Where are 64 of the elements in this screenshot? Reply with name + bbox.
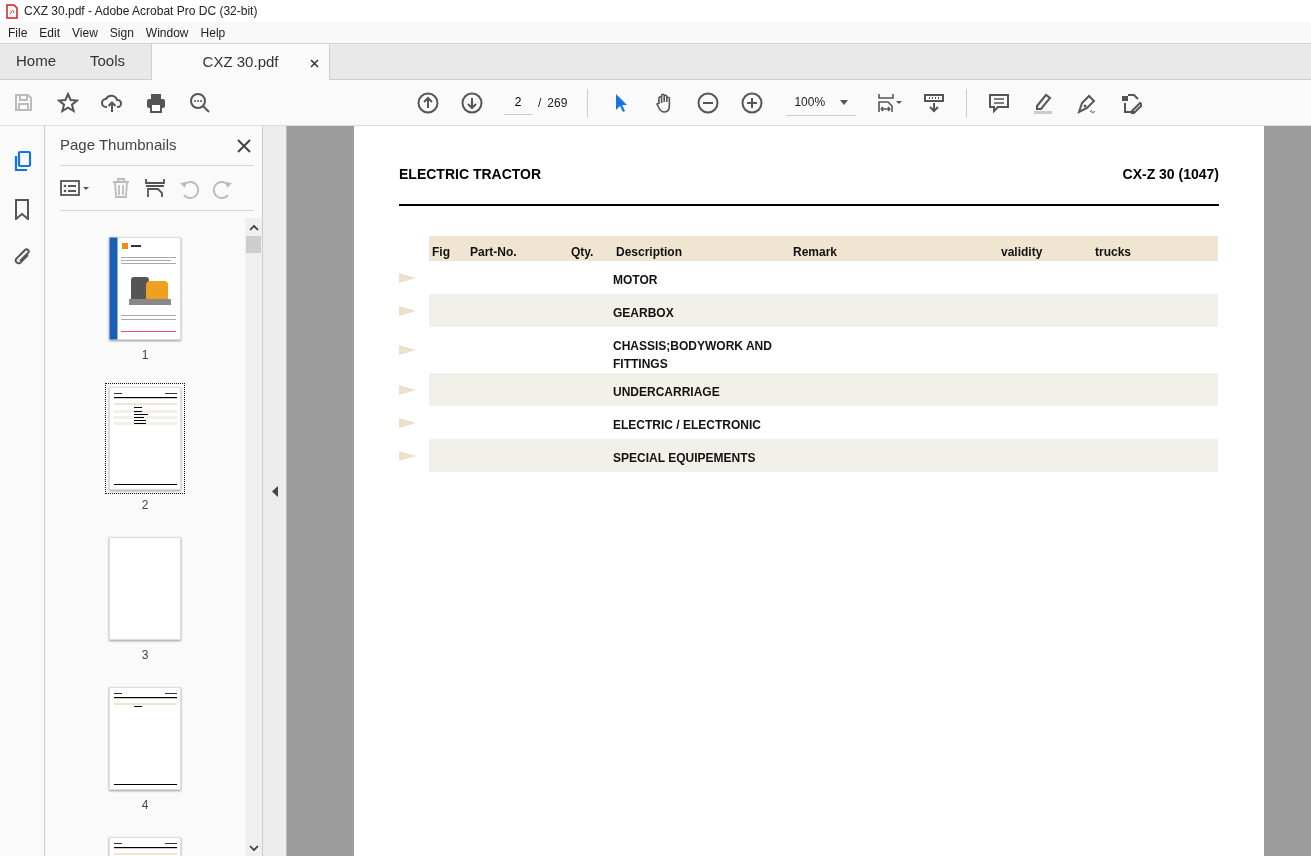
pdf-file-icon — [6, 3, 18, 19]
close-icon — [237, 138, 251, 153]
column-header: Remark — [792, 244, 839, 261]
edit-document-icon — [1120, 91, 1143, 114]
document-title: ELECTRIC TRACTOR — [399, 165, 542, 184]
scroll-up-icon — [248, 224, 259, 232]
window-title: CXZ 30.pdf - Adobe Acrobat Pro DC (32-bit) — [24, 3, 258, 20]
scroll-down-icon — [248, 844, 259, 852]
fit-page-icon — [876, 91, 905, 114]
column-header: validity — [1000, 244, 1044, 261]
tab[interactable]: Tools — [74, 44, 152, 79]
table-cell-text: MOTOR — [613, 272, 659, 289]
print-icon — [145, 91, 167, 114]
triangle-marker-icon — [399, 383, 416, 396]
menu-item[interactable]: Sign — [103, 23, 140, 42]
search-icon — [189, 91, 211, 114]
triangle-marker-icon — [399, 271, 416, 284]
menu-item[interactable]: Window — [139, 23, 195, 42]
column-header: Qty. — [570, 244, 595, 261]
page-number: 3 — [141, 647, 149, 664]
collapse-panel-icon[interactable] — [271, 485, 278, 497]
column-header: Description — [615, 244, 683, 261]
menu-item[interactable]: View — [66, 23, 104, 42]
scroll-mode-icon — [923, 91, 946, 114]
triangle-marker-icon — [399, 416, 416, 429]
column-header: Fig — [431, 244, 451, 261]
page-number-field[interactable]: 2 — [504, 90, 532, 115]
table-cell-text: CHASSIS;BODYWORK AND FITTINGS — [613, 338, 773, 373]
insert-page-icon — [144, 177, 166, 199]
menu-item[interactable]: File — [2, 23, 34, 42]
panel-title: Page Thumbnails — [60, 135, 177, 156]
triangle-marker-icon — [399, 449, 416, 462]
tab[interactable]: Home — [0, 44, 74, 79]
trash-icon — [110, 177, 132, 199]
zoom-out-icon — [697, 91, 720, 114]
save-icon — [13, 91, 35, 114]
tab[interactable]: CXZ 30.pdf — [151, 44, 331, 80]
table-cell-text: SPECIAL EQUIPEMENTS — [613, 450, 757, 467]
menu-item[interactable]: Edit — [33, 23, 67, 42]
page-count: 269 — [547, 94, 568, 112]
page-number: 1 — [141, 347, 149, 364]
column-header: Part-No. — [469, 244, 518, 261]
page-separator: / — [538, 94, 542, 112]
close-icon — [310, 59, 320, 69]
zoom-field[interactable]: 100% — [786, 89, 857, 116]
zoom-in-icon — [741, 91, 764, 114]
triangle-marker-icon — [399, 304, 416, 317]
thumbnail-options-icon — [60, 177, 92, 199]
caret-icon — [840, 99, 849, 105]
model-number: CX-Z 30 (1047) — [1122, 165, 1219, 184]
menu-item[interactable]: Help — [194, 23, 232, 42]
column-header: trucks — [1094, 244, 1133, 261]
page-number: 4 — [141, 797, 149, 814]
table-cell-text: ELECTRIC / ELECTRONIC — [613, 417, 762, 434]
page-number: 2 — [141, 497, 149, 514]
triangle-marker-icon — [399, 344, 416, 356]
highlighter-icon — [1032, 91, 1055, 114]
scrollbar-thumb[interactable] — [246, 236, 261, 253]
comment-icon — [988, 91, 1011, 114]
table-cell-text: UNDERCARRIAGE — [613, 384, 721, 401]
previous-page-icon — [417, 91, 439, 114]
star-icon — [57, 91, 79, 114]
table-cell-text: GEARBOX — [613, 305, 675, 322]
next-page-icon — [461, 91, 483, 114]
